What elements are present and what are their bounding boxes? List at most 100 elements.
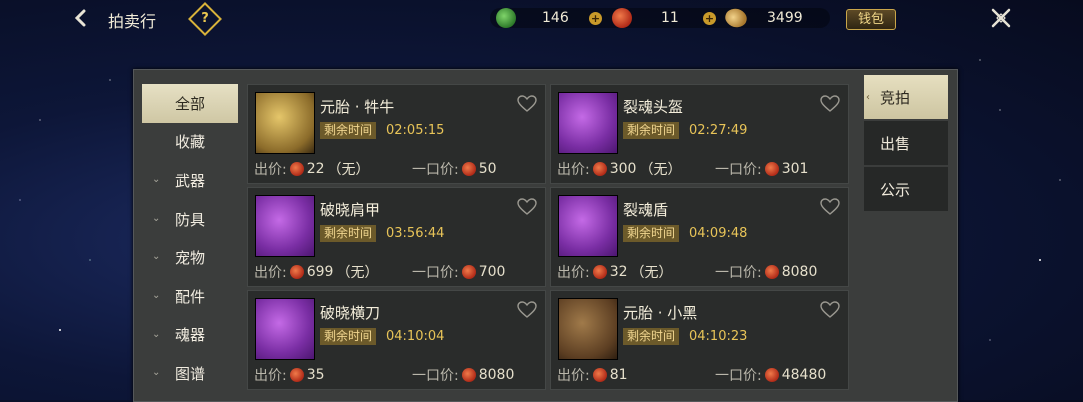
remaining-time-value: 04:10:23	[689, 329, 748, 344]
remaining-time-value: 04:09:48	[689, 226, 748, 241]
item-name: 裂魂头盔	[623, 98, 684, 116]
favorite-heart-icon[interactable]	[517, 95, 537, 113]
item-name: 元胎 · 牪牛	[320, 98, 395, 116]
remaining-time-label: 剩余时间	[320, 225, 377, 242]
red-gem-icon	[764, 162, 779, 176]
chevron-down-icon: ⌄	[152, 367, 161, 379]
category-blueprints[interactable]: ⌄ 图谱	[142, 354, 238, 393]
buyout-price: 一口价: 48480	[715, 367, 827, 384]
item-thumbnail	[255, 92, 315, 154]
bid-price: 出价: 35	[254, 367, 325, 384]
category-weapons[interactable]: ⌄ 武器	[142, 161, 238, 200]
item-name: 元胎 · 小黑	[623, 304, 698, 322]
jade-coin-icon	[496, 8, 516, 28]
question-icon: ?	[201, 11, 209, 26]
back-button[interactable]	[66, 5, 94, 31]
category-favorites[interactable]: 收藏	[142, 123, 238, 162]
category-list: 全部 收藏 ⌄ 武器 ⌄ 防具 ⌄ 宠物 ⌄ 配件 ⌄ 魂器 ⌄ 图谱	[142, 84, 238, 393]
item-name: 破晓横刀	[320, 304, 381, 322]
favorite-heart-icon[interactable]	[820, 95, 840, 113]
chevron-down-icon: ⌄	[152, 212, 161, 224]
item-thumbnail	[255, 195, 315, 257]
item-thumbnail	[558, 92, 618, 154]
remaining-time-label: 剩余时间	[320, 122, 377, 139]
red-gem-icon	[592, 162, 607, 176]
tab-auction[interactable]: ‹ 竞拍	[864, 75, 948, 119]
red-gem-icon	[289, 265, 304, 279]
currency-bean	[722, 4, 750, 32]
category-pets[interactable]: ⌄ 宠物	[142, 238, 238, 277]
red-gem-icon	[289, 162, 304, 176]
red-gem-icon	[764, 265, 779, 279]
category-armor[interactable]: ⌄ 防具	[142, 200, 238, 239]
red-gem-icon	[764, 368, 779, 382]
remaining-time-label: 剩余时间	[320, 328, 377, 345]
remaining-time-value: 04:10:04	[386, 329, 445, 344]
help-button[interactable]: ?	[188, 2, 222, 36]
item-card[interactable]: 裂魂头盔 剩余时间 02:27:49 出价: 300 （无） 一口价: 301	[550, 84, 849, 184]
red-gem-icon	[592, 368, 607, 382]
gold-bean-icon	[722, 4, 750, 32]
top-bar: 拍卖行 ? 146 + 11 + 3499 钱包	[0, 0, 1083, 36]
chevron-down-icon: ⌄	[152, 251, 161, 263]
red-gem-icon	[461, 368, 476, 382]
currency-jade	[496, 7, 516, 29]
buyout-price: 一口价: 8080	[715, 264, 818, 281]
bid-price: 出价: 32 （无）	[557, 264, 673, 281]
category-all[interactable]: 全部	[142, 84, 238, 123]
currency-gem	[612, 7, 632, 29]
favorite-heart-icon[interactable]	[820, 198, 840, 216]
chevron-down-icon: ⌄	[152, 289, 161, 301]
right-tab-list: ‹ 竞拍 出售 公示	[864, 75, 948, 213]
arrow-left-icon	[74, 9, 86, 27]
remaining-time-value: 02:05:15	[386, 123, 445, 138]
item-thumbnail	[558, 298, 618, 360]
tab-sell[interactable]: 出售	[864, 121, 948, 165]
remaining-time-label: 剩余时间	[623, 225, 680, 242]
item-card[interactable]: 裂魂盾 剩余时间 04:09:48 出价: 32 （无） 一口价: 8080	[550, 187, 849, 287]
bid-price: 出价: 81	[557, 367, 628, 384]
tab-public[interactable]: 公示	[864, 167, 948, 211]
item-thumbnail	[255, 298, 315, 360]
chevron-left-icon: ‹	[866, 92, 870, 103]
category-accessories[interactable]: ⌄ 配件	[142, 277, 238, 316]
plus-icon: +	[703, 11, 716, 25]
item-thumbnail	[558, 195, 618, 257]
close-icon	[991, 8, 1011, 28]
item-card[interactable]: 破晓肩甲 剩余时间 03:56:44 出价: 699 （无） 一口价: 700	[247, 187, 546, 287]
red-gem-icon	[461, 265, 476, 279]
currency-gem-value: 11	[661, 10, 679, 26]
favorite-heart-icon[interactable]	[820, 301, 840, 319]
currency-bean-value: 3499	[767, 10, 803, 26]
bid-price: 出价: 300 （无）	[557, 161, 682, 178]
add-gem-button[interactable]: +	[703, 7, 716, 29]
item-grid: 元胎 · 牪牛 剩余时间 02:05:15 出价: 22 （无） 一口价: 50 裂魂…	[247, 84, 849, 390]
favorite-heart-icon[interactable]	[517, 301, 537, 319]
remaining-time-label: 剩余时间	[623, 122, 680, 139]
item-card[interactable]: 元胎 · 牪牛 剩余时间 02:05:15 出价: 22 （无） 一口价: 50	[247, 84, 546, 184]
item-name: 裂魂盾	[623, 201, 669, 219]
chevron-down-icon: ⌄	[152, 328, 161, 340]
red-gem-icon	[612, 8, 632, 28]
bid-price: 出价: 22 （无）	[254, 161, 370, 178]
plus-icon: +	[589, 11, 602, 25]
buyout-price: 一口价: 700	[412, 264, 506, 281]
close-button[interactable]	[988, 5, 1014, 31]
buyout-price: 一口价: 301	[715, 161, 809, 178]
red-gem-icon	[592, 265, 607, 279]
red-gem-icon	[289, 368, 304, 382]
remaining-time-value: 03:56:44	[386, 226, 445, 241]
currency-jade-value: 146	[542, 10, 569, 26]
item-card[interactable]: 破晓横刀 剩余时间 04:10:04 出价: 35 一口价: 8080	[247, 290, 546, 390]
add-jade-button[interactable]: +	[589, 7, 602, 29]
favorite-heart-icon[interactable]	[517, 198, 537, 216]
remaining-time-label: 剩余时间	[623, 328, 680, 345]
buyout-price: 一口价: 50	[412, 161, 497, 178]
item-card[interactable]: 元胎 · 小黑 剩余时间 04:10:23 出价: 81 一口价: 48480	[550, 290, 849, 390]
page-title: 拍卖行	[108, 12, 157, 31]
chevron-down-icon: ⌄	[152, 174, 161, 186]
buyout-price: 一口价: 8080	[412, 367, 515, 384]
category-soul-items[interactable]: ⌄ 魂器	[142, 316, 238, 355]
item-name: 破晓肩甲	[320, 201, 381, 219]
wallet-button[interactable]: 钱包	[846, 9, 896, 30]
